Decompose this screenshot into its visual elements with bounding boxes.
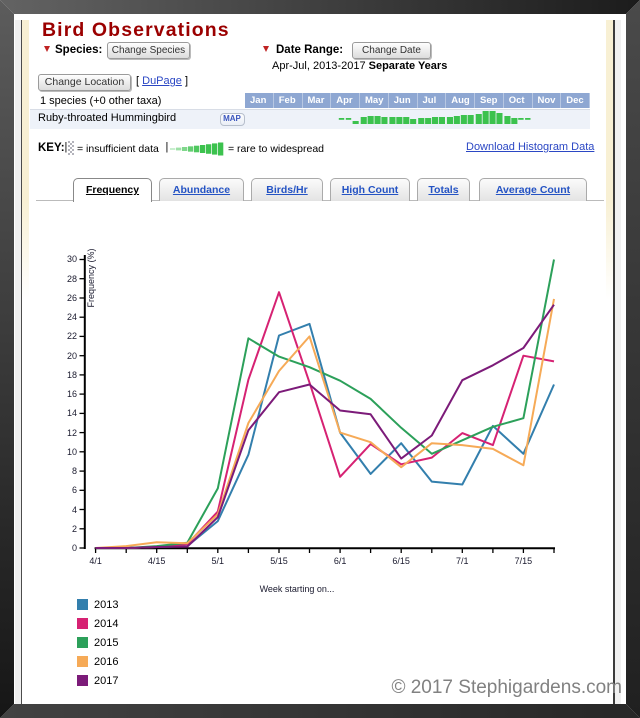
svg-text:7/1: 7/1 xyxy=(456,556,469,566)
svg-text:7/15: 7/15 xyxy=(515,556,533,566)
svg-text:30: 30 xyxy=(67,254,77,264)
svg-text:16: 16 xyxy=(67,389,77,399)
svg-text:4: 4 xyxy=(72,505,77,515)
svg-text:14: 14 xyxy=(67,408,77,418)
svg-text:22: 22 xyxy=(67,331,77,341)
svg-text:4/15: 4/15 xyxy=(148,556,166,566)
svg-text:10: 10 xyxy=(67,447,77,457)
svg-text:5/15: 5/15 xyxy=(270,556,288,566)
svg-text:2: 2 xyxy=(72,524,77,534)
svg-text:12: 12 xyxy=(67,428,77,438)
svg-text:4/1: 4/1 xyxy=(89,556,102,566)
svg-text:20: 20 xyxy=(67,351,77,361)
svg-text:Frequency (%): Frequency (%) xyxy=(86,248,96,307)
svg-text:8: 8 xyxy=(72,466,77,476)
svg-text:6: 6 xyxy=(72,485,77,495)
svg-text:18: 18 xyxy=(67,370,77,380)
svg-text:Week starting on...: Week starting on... xyxy=(260,584,335,594)
svg-text:24: 24 xyxy=(67,312,77,322)
svg-text:0: 0 xyxy=(72,543,77,553)
svg-text:26: 26 xyxy=(67,293,77,303)
svg-text:6/15: 6/15 xyxy=(392,556,410,566)
svg-text:28: 28 xyxy=(67,274,77,284)
svg-text:5/1: 5/1 xyxy=(212,556,225,566)
svg-text:6/1: 6/1 xyxy=(334,556,347,566)
